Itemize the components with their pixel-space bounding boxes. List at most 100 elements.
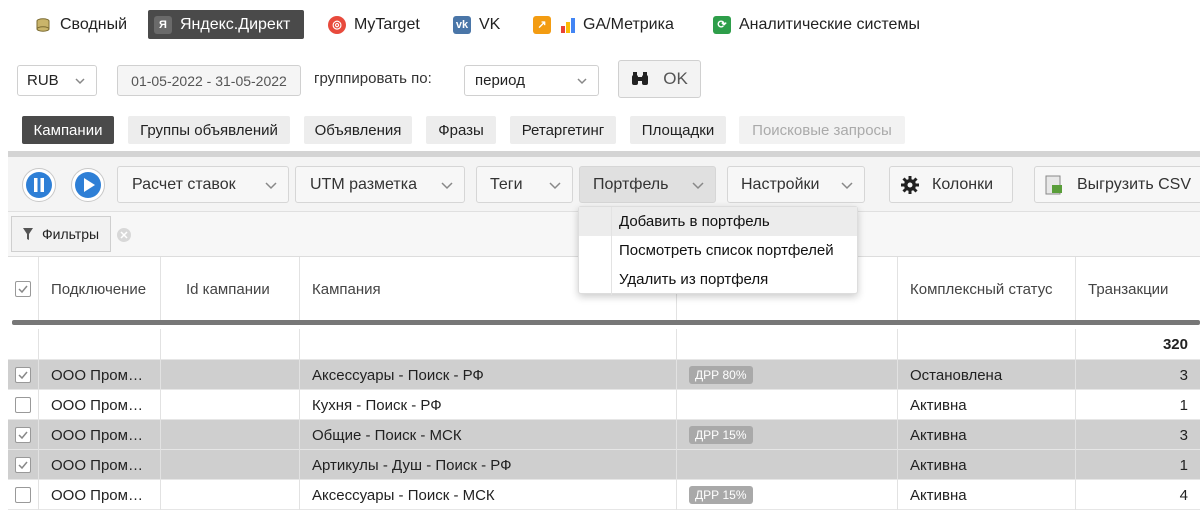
vk-icon: vk [453, 15, 471, 34]
tab-placements[interactable]: Площадки [630, 116, 726, 144]
export-csv-button[interactable]: Выгрузить CSV [1034, 166, 1200, 203]
campaigns-table: Подключение Id кампании Кампания Теги ка… [8, 257, 1200, 515]
tag-badge[interactable]: ДРР 15% [689, 486, 753, 504]
play-button[interactable] [71, 168, 105, 202]
check-icon [18, 285, 28, 294]
select-all-checkbox[interactable] [15, 281, 31, 297]
nav-analytics-systems-label: Аналитические системы [739, 15, 920, 33]
chart-line-icon: ↗ [533, 15, 551, 34]
clear-filters-button[interactable] [117, 228, 131, 242]
view-portfolios-item[interactable]: Посмотреть список портфелей [579, 236, 857, 265]
filter-icon [23, 228, 33, 240]
filters-button[interactable]: Фильтры [11, 216, 111, 252]
export-file-icon [1045, 175, 1062, 194]
ok-button[interactable]: OK [618, 60, 701, 98]
table-row[interactable]: ООО Пром… Артикулы - Душ - Поиск - РФ Акти… [8, 450, 1200, 480]
check-icon [18, 431, 28, 440]
date-range-picker[interactable]: 01-05-2022 - 31-05-2022 [117, 65, 301, 96]
tag-badge[interactable]: ДРР 80% [689, 366, 753, 384]
nav-vk-label: VK [479, 15, 501, 33]
nav-vk[interactable]: vk VK [447, 10, 506, 39]
cell-complex-status: Активна [898, 480, 1076, 510]
nav-mytarget[interactable]: ◎ MyTarget [322, 10, 426, 39]
cell-transactions: 4 [1179, 486, 1188, 504]
cell-campaign[interactable]: Кухня - Поиск - РФ [300, 390, 677, 420]
chevron-down-icon [441, 181, 453, 189]
cell-campaign[interactable]: Аксессуары - Поиск - РФ [300, 360, 677, 390]
nav-mytarget-label: MyTarget [354, 15, 420, 33]
cell-campaign[interactable]: Общие - Поиск - МСК [300, 420, 677, 450]
add-to-portfolio-item[interactable]: Добавить в портфель [579, 207, 857, 236]
group-by-select[interactable]: период [464, 65, 599, 96]
pause-icon [26, 172, 52, 198]
columns-button[interactable]: Колонки [889, 166, 1013, 203]
tags-button[interactable]: Теги [476, 166, 573, 203]
check-icon [18, 371, 28, 380]
totals-cell-connection [39, 329, 161, 360]
tab-campaigns[interactable]: Кампании [22, 116, 114, 144]
cell-transactions: 3 [1179, 366, 1188, 384]
cell-connection: ООО Пром… [39, 420, 161, 450]
refresh-icon: ⟳ [713, 15, 731, 34]
header-connection[interactable]: Подключение [39, 257, 161, 321]
header-campaign-id[interactable]: Id кампании [161, 257, 300, 321]
play-icon [75, 172, 101, 198]
row-checkbox[interactable] [15, 457, 31, 473]
tag-badge[interactable]: ДРР 15% [689, 426, 753, 444]
cell-campaign-id [161, 390, 300, 420]
row-select-cell [8, 360, 39, 390]
tab-retargeting[interactable]: Ретаргетинг [510, 116, 616, 144]
row-select-cell [8, 390, 39, 420]
tab-ad-groups[interactable]: Группы объявлений [128, 116, 290, 144]
totals-cell-id [161, 329, 300, 360]
cell-campaign-tags: ДРР 80% [677, 360, 898, 390]
cell-campaign[interactable]: Артикулы - Душ - Поиск - РФ [300, 450, 677, 480]
row-checkbox[interactable] [15, 487, 31, 503]
cell-connection: ООО Пром… [39, 450, 161, 480]
utm-button[interactable]: UTM разметка [295, 166, 465, 203]
table-row[interactable]: ООО Пром… Кухня - Поиск - РФ Активна 1 [8, 390, 1200, 420]
toolbar: Расчет ставок UTM разметка Теги Портфель… [8, 157, 1200, 212]
chevron-down-icon [692, 181, 704, 189]
header-scrollbar[interactable] [12, 320, 1200, 325]
row-checkbox[interactable] [15, 427, 31, 443]
chevron-down-icon [265, 181, 277, 189]
tags-label: Теги [490, 175, 523, 193]
cell-transactions: 1 [1179, 396, 1188, 414]
nav-analytics-systems[interactable]: ⟳ Аналитические системы [707, 10, 926, 39]
tab-ads[interactable]: Объявления [304, 116, 412, 144]
remove-from-portfolio-item[interactable]: Удалить из портфеля [579, 265, 857, 294]
cell-connection: ООО Пром… [39, 480, 161, 510]
chevron-down-icon [841, 181, 853, 189]
currency-select[interactable]: RUB [17, 65, 97, 96]
cell-complex-status: Активна [898, 390, 1076, 420]
table-row[interactable]: ООО Пром… Общие - Поиск - МСК ДРР 15% Актив… [8, 420, 1200, 450]
date-range-value: 01-05-2022 - 31-05-2022 [131, 72, 287, 89]
cell-campaign-id [161, 450, 300, 480]
totals-cell-tags [677, 329, 898, 360]
cell-complex-status: Активна [898, 450, 1076, 480]
header-complex-status[interactable]: Комплексный статус [898, 257, 1076, 321]
row-checkbox[interactable] [15, 397, 31, 413]
nav-yandex-direct[interactable]: Я Яндекс.Директ [148, 10, 304, 39]
table-row[interactable]: ООО Пром… Аксессуары - Поиск - РФ ДРР 80% О… [8, 360, 1200, 390]
export-csv-label: Выгрузить CSV [1077, 175, 1192, 193]
bid-calc-button[interactable]: Расчет ставок [117, 166, 289, 203]
nav-summary[interactable]: Сводный [28, 10, 133, 39]
header-transactions[interactable]: Транзакции [1076, 257, 1200, 321]
row-checkbox[interactable] [15, 367, 31, 383]
nav-ga-metrika[interactable]: ↗ GA/Метрика [527, 10, 680, 39]
settings-button[interactable]: Настройки [727, 166, 865, 203]
select-all-cell [8, 257, 39, 321]
close-icon [120, 231, 128, 239]
table-row[interactable]: ООО Пром… Аксессуары - Поиск - МСК ДРР 15%… [8, 480, 1200, 510]
portfolio-label: Портфель [593, 175, 669, 193]
portfolio-button[interactable]: Портфель [579, 166, 716, 203]
analytics-icon [559, 16, 577, 34]
cell-campaign-id [161, 420, 300, 450]
row-select-cell [8, 420, 39, 450]
cell-campaign[interactable]: Аксессуары - Поиск - МСК [300, 480, 677, 510]
cell-transactions: 1 [1179, 456, 1188, 474]
pause-button[interactable] [22, 168, 56, 202]
tab-phrases[interactable]: Фразы [426, 116, 496, 144]
